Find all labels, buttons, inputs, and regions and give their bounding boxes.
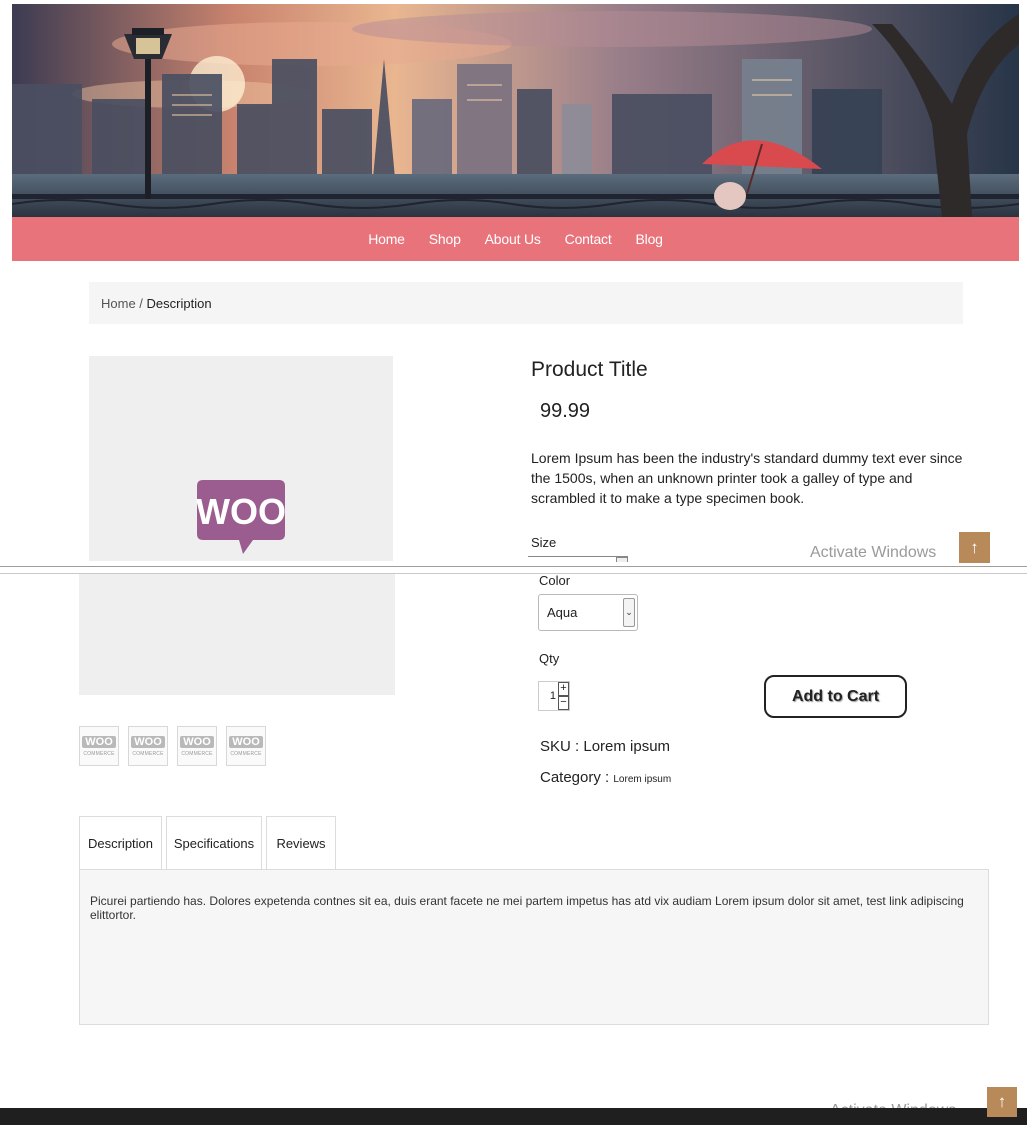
size-label: Size <box>531 535 557 550</box>
nav-home[interactable]: Home <box>356 231 417 247</box>
woo-logo-text: WOO <box>196 491 286 532</box>
product-tabs: Description Specifications Reviews <box>79 816 340 870</box>
category-line: Category : Lorem ipsum <box>540 769 671 786</box>
tab-description[interactable]: Description <box>79 816 162 870</box>
sku-label: SKU : <box>540 738 584 755</box>
tab-reviews[interactable]: Reviews <box>266 816 336 870</box>
thumbnail-strip: WOO COMMERCE WOO COMMERCE WOO COMMERCE W… <box>79 726 266 766</box>
screenshot-seam <box>0 566 1027 574</box>
plus-icon[interactable]: + <box>558 682 569 696</box>
thumb-caption: COMMERCE <box>230 750 262 757</box>
thumb-logo: WOO <box>82 735 116 748</box>
thumb-caption: COMMERCE <box>181 750 213 757</box>
breadcrumb-current: Description <box>146 295 212 311</box>
color-select[interactable]: Aqua ⌄ <box>538 594 638 631</box>
main-nav: Home Shop About Us Contact Blog <box>12 217 1019 261</box>
thumb-logo: WOO <box>229 735 263 748</box>
thumb-caption: COMMERCE <box>83 750 115 757</box>
qty-label: Qty <box>539 651 560 666</box>
thumbnail-1[interactable]: WOO COMMERCE <box>79 726 119 766</box>
category-value[interactable]: Lorem ipsum <box>613 774 671 785</box>
tab-panel-description: Picurei partiendo has. Dolores expetenda… <box>79 869 989 1025</box>
nav-about-us[interactable]: About Us <box>473 231 553 247</box>
hero-banner <box>12 4 1019 217</box>
thumbnail-3[interactable]: WOO COMMERCE <box>177 726 217 766</box>
thumb-logo: WOO <box>180 735 214 748</box>
city-illustration <box>12 4 1019 217</box>
activate-windows-watermark: Activate Windows <box>810 544 937 561</box>
arrow-up-icon: ↑ <box>997 1092 1007 1111</box>
arrow-up-icon: ↑ <box>970 537 979 557</box>
tab-content: Picurei partiendo has. Dolores expetenda… <box>90 894 964 922</box>
product-price: 99.99 <box>540 400 591 422</box>
thumbnail-2[interactable]: WOO COMMERCE <box>128 726 168 766</box>
product-image-lower <box>79 574 395 695</box>
scroll-to-top-button-bottom[interactable]: ↑ <box>987 1087 1017 1117</box>
size-select[interactable] <box>528 556 628 562</box>
add-to-cart-button[interactable]: Add to Cart <box>764 675 907 718</box>
breadcrumb: Home / Description <box>89 282 963 324</box>
nav-blog[interactable]: Blog <box>624 231 675 247</box>
sku-value: Lorem ipsum <box>583 738 671 755</box>
product-image: WOO <box>89 356 393 561</box>
woocommerce-logo: WOO <box>196 480 286 554</box>
chevron-down-icon <box>616 557 628 562</box>
sku-line: SKU : Lorem ipsum <box>540 738 670 755</box>
product-title: Product Title <box>531 358 648 381</box>
nav-shop[interactable]: Shop <box>417 231 473 247</box>
color-label: Color <box>539 573 571 588</box>
footer <box>0 1108 1027 1125</box>
breadcrumb-separator: / <box>135 295 147 311</box>
category-label: Category : <box>540 769 614 786</box>
breadcrumb-home[interactable]: Home <box>101 296 136 311</box>
thumb-caption: COMMERCE <box>132 750 164 757</box>
quantity-stepper[interactable]: 1 + − <box>538 681 570 711</box>
nav-contact[interactable]: Contact <box>553 231 624 247</box>
product-description: Lorem Ipsum has been the industry's stan… <box>531 450 963 506</box>
chevron-down-icon: ⌄ <box>623 598 635 627</box>
quantity-value: 1 <box>549 690 556 702</box>
thumbnail-4[interactable]: WOO COMMERCE <box>226 726 266 766</box>
thumb-logo: WOO <box>131 735 165 748</box>
minus-icon[interactable]: − <box>558 696 569 710</box>
color-select-value: Aqua <box>547 605 578 620</box>
scroll-to-top-button[interactable]: ↑ <box>959 532 990 563</box>
tab-specifications[interactable]: Specifications <box>166 816 262 870</box>
